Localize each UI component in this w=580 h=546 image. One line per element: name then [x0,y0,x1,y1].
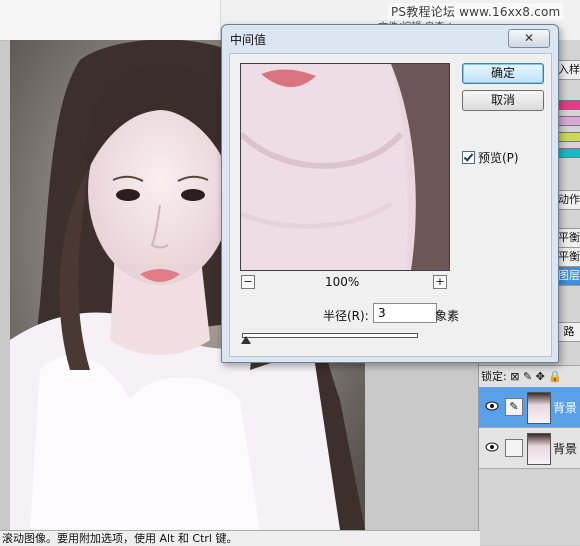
median-filter-dialog: 中间值 ✕ − 100% + 确定 取消 预览(P) 半径(R): 象素 [221,24,559,363]
preview-label: 预览(P) [478,151,519,165]
visibility-eye-icon[interactable] [485,442,499,452]
lock-all-icon[interactable]: 🔒 [548,370,562,383]
zoom-level: 100% [325,275,360,289]
panel-item-balance-2[interactable]: 平衡 [557,247,580,267]
layer-row[interactable]: ✎ 背景 [479,387,580,428]
radius-slider-track[interactable] [242,333,418,338]
radius-input[interactable] [373,303,437,323]
panel-tab-styles[interactable]: 入样 [557,60,580,80]
dialog-body: − 100% + 确定 取消 预览(P) 半径(R): 象素 [229,53,552,357]
dialog-titlebar[interactable]: 中间值 ✕ [222,25,558,51]
preview-image [241,64,449,270]
zoom-in-button[interactable]: + [433,275,447,289]
preview-checkbox[interactable] [462,151,475,164]
visibility-eye-icon[interactable] [485,401,499,411]
filter-preview[interactable] [240,63,450,271]
radius-unit: 象素 [435,309,460,323]
layer-row[interactable]: 背景 [479,428,580,469]
panel-tab-paths[interactable]: 路 [557,322,580,342]
zoom-out-button[interactable]: − [241,275,255,289]
layer-name: 背景 [553,401,578,415]
radius-label: 半径(R): [323,309,369,323]
status-bar: 滚动图像。要用附加选项，使用 Alt 和 Ctrl 键。 [0,530,480,546]
watermark: PS教程论坛 www.16xx8.com [388,3,564,20]
dialog-title: 中间值 [230,33,267,47]
close-button[interactable]: ✕ [508,29,550,48]
ok-button[interactable]: 确定 [462,63,544,84]
layer-thumbnail [527,392,551,424]
panel-item-balance-1[interactable]: 平衡 [557,228,580,248]
layers-lock-bar: 锁定: ⊠ ✎ ✥ 🔒 [479,365,580,389]
preview-checkbox-group[interactable]: 预览(P) [462,149,519,166]
swatch-magenta[interactable] [557,100,580,110]
lock-label: 锁定: [481,370,507,383]
lock-paint-icon[interactable]: ✎ [523,370,532,383]
brush-link-icon[interactable]: ✎ [505,398,523,416]
swatch-lilac[interactable] [557,116,580,126]
swatch-cyan[interactable] [557,148,580,158]
panel-tab-actions[interactable]: 动作 [557,190,580,210]
radius-slider-thumb[interactable] [241,336,252,344]
layer-thumbnail [527,433,551,465]
layer-link-empty[interactable] [505,439,523,457]
swatch-lime[interactable] [557,132,580,142]
panel-tab-layers[interactable]: 图层 [557,266,580,286]
layer-name: 背景 [553,442,578,456]
document-frame-edge [0,0,221,40]
lock-move-icon[interactable]: ✥ [536,370,545,383]
cancel-button[interactable]: 取消 [462,90,544,111]
lock-transparent-icon[interactable]: ⊠ [510,370,519,383]
